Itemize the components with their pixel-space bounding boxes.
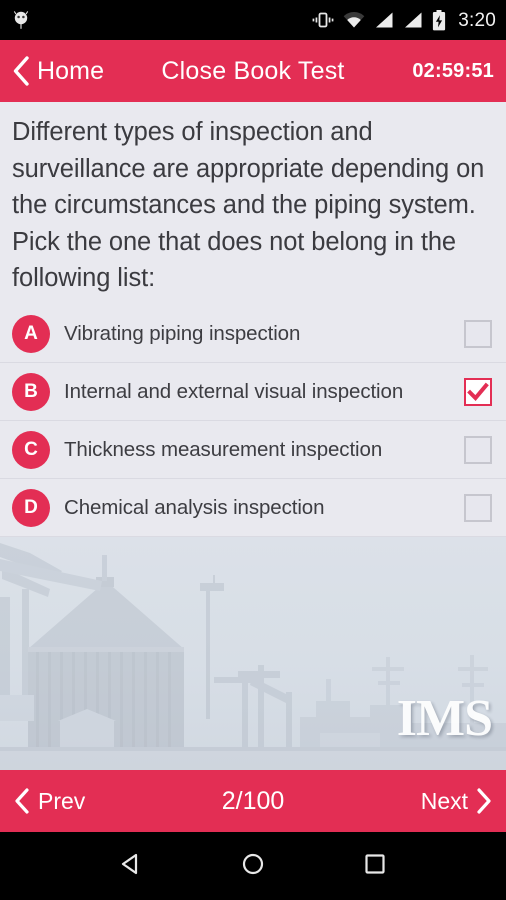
quiz-navigation-bar: Prev 2/100 Next [0, 770, 506, 832]
home-back-button[interactable]: Home [0, 40, 104, 102]
option-badge-d: D [12, 488, 50, 527]
question-area: Different types of inspection and survei… [0, 102, 506, 307]
option-label-b: Internal and external visual inspection [64, 379, 404, 403]
option-label-d: Chemical analysis inspection [64, 495, 325, 519]
next-button-label: Next [420, 787, 468, 814]
phone-screen: 3:20 Home Close Book Test 02:59:51 Diffe… [0, 0, 506, 900]
signal-bars-icon [374, 11, 394, 29]
option-label-c: Thickness measurement inspection [64, 437, 383, 461]
triangle-back-icon[interactable] [118, 851, 144, 882]
prev-button-label: Prev [38, 787, 86, 814]
option-checkbox-d[interactable] [464, 493, 492, 522]
background-photo: IMS [0, 537, 506, 770]
square-recents-icon[interactable] [362, 851, 388, 882]
option-row-d[interactable]: D Chemical analysis inspection [0, 479, 506, 537]
status-bar: 3:20 [0, 0, 506, 40]
ims-watermark: IMS [396, 690, 493, 747]
answer-options-list: A Vibrating piping inspection B Internal… [0, 305, 506, 537]
option-badge-b: B [12, 372, 50, 411]
signal-bars-icon [403, 11, 423, 29]
option-checkbox-a[interactable] [464, 319, 492, 348]
status-bar-system-icons: 3:20 [312, 9, 496, 31]
next-question-button[interactable]: Next [421, 770, 492, 832]
chevron-left-icon [12, 56, 30, 86]
option-checkbox-b[interactable] [464, 377, 492, 406]
home-button-label: Home [37, 56, 105, 85]
chevron-right-icon [476, 788, 492, 814]
question-text: Different types of inspection and survei… [12, 118, 485, 292]
option-label-a: Vibrating piping inspection [64, 321, 301, 345]
android-robot-icon [12, 10, 30, 30]
option-row-c[interactable]: C Thickness measurement inspection [0, 421, 506, 479]
countdown-timer: 02:59:51 [412, 59, 494, 82]
option-checkbox-c[interactable] [464, 435, 492, 464]
android-system-navigation [0, 832, 506, 900]
option-badge-c: C [12, 430, 50, 469]
circle-home-icon[interactable] [240, 851, 266, 882]
option-badge-a: A [12, 314, 50, 353]
option-row-a[interactable]: A Vibrating piping inspection [0, 305, 506, 363]
chevron-left-icon [14, 788, 30, 814]
wifi-icon [343, 11, 365, 29]
vibrate-icon [312, 10, 334, 30]
option-row-b[interactable]: B Internal and external visual inspectio… [0, 363, 506, 421]
battery-charging-icon [432, 9, 446, 31]
status-bar-notifications [12, 10, 30, 30]
status-bar-clock: 3:20 [458, 9, 496, 31]
app-bar: Home Close Book Test 02:59:51 [0, 40, 506, 102]
prev-question-button[interactable]: Prev [14, 770, 85, 832]
